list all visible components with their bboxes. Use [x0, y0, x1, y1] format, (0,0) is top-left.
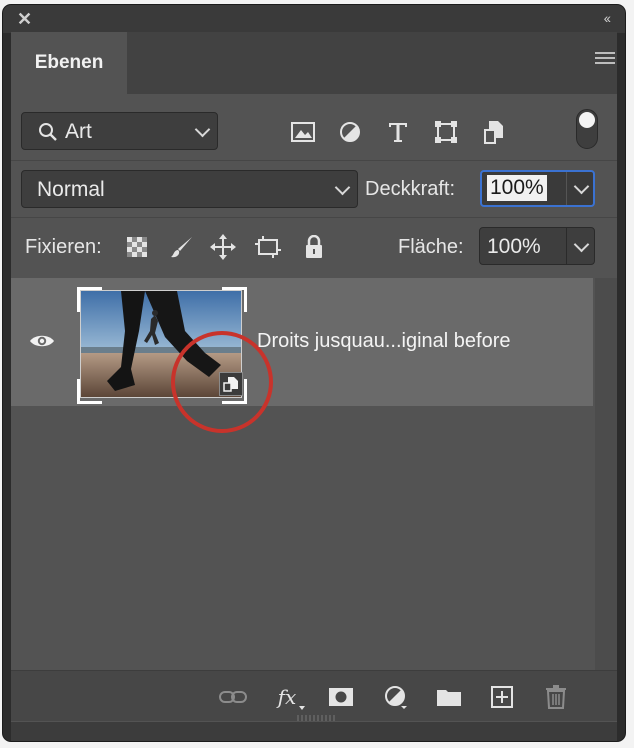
layer-name[interactable]: Droits jusquau...iginal before [257, 330, 510, 353]
layers-list: Droits jusquau...iginal before [11, 278, 617, 670]
lock-transparency-icon[interactable] [124, 234, 150, 260]
tab-ebenen[interactable]: Ebenen [11, 32, 127, 94]
opacity-value[interactable]: 100% [487, 175, 547, 201]
image-filter-icon[interactable] [289, 118, 317, 146]
new-group-icon[interactable] [435, 684, 463, 710]
collapse-panel-icon[interactable]: ‹‹ [604, 10, 611, 26]
fill-dropdown-icon[interactable] [573, 236, 590, 253]
shape-filter-icon[interactable] [432, 118, 460, 146]
link-layers-icon[interactable] [219, 684, 247, 710]
fx-label: fx [277, 685, 297, 709]
blend-mode-select[interactable]: Normal [21, 170, 358, 208]
delete-layer-icon[interactable] [542, 684, 570, 710]
opacity-label: Deckkraft: [365, 178, 456, 200]
adjustment-filter-icon[interactable] [336, 118, 364, 146]
divider [11, 160, 617, 161]
thumbnail-corner [77, 287, 102, 312]
filter-type-label: Art [65, 120, 92, 143]
filter-toggle-switch[interactable] [576, 109, 598, 149]
eye-icon[interactable] [29, 333, 55, 349]
fill-value[interactable]: 100% [487, 235, 541, 259]
thumbnail-corner [77, 379, 102, 404]
divider [11, 217, 617, 218]
panel-window: ✕ ‹‹ Ebenen Art Normal Deckkraft: 100% F… [3, 5, 625, 741]
chevron-down-icon [194, 121, 211, 138]
add-mask-icon[interactable] [327, 684, 355, 710]
type-filter-icon[interactable] [384, 118, 412, 146]
lock-artboard-icon[interactable] [255, 234, 281, 260]
smart-object-filter-icon[interactable] [480, 118, 508, 146]
close-icon[interactable]: ✕ [17, 9, 32, 30]
blend-mode-value: Normal [37, 178, 105, 201]
opacity-field[interactable]: 100% [480, 170, 595, 207]
panel-menu-icon[interactable] [595, 52, 615, 68]
fx-icon[interactable]: fx [273, 684, 305, 710]
search-icon [39, 123, 57, 141]
chevron-down-icon [334, 179, 351, 196]
fill-field[interactable]: 100% [479, 227, 595, 265]
panel-tabstrip: Ebenen [11, 32, 617, 94]
lock-all-icon[interactable] [301, 234, 327, 260]
filter-type-select[interactable]: Art [21, 112, 218, 150]
panel-titlebar: ✕ ‹‹ [3, 5, 625, 33]
layers-panel: Ebenen Art Normal Deckkraft: 100% Fixier… [11, 32, 617, 741]
layers-footer-toolbar: fx [11, 670, 617, 721]
lock-image-icon[interactable] [169, 234, 195, 260]
lock-label: Fixieren: [25, 236, 102, 258]
new-layer-icon[interactable] [488, 684, 516, 710]
thumbnail-corner [222, 287, 247, 312]
layer-row[interactable]: Droits jusquau...iginal before [11, 278, 593, 433]
adjustment-layer-icon[interactable] [382, 684, 410, 710]
lock-position-icon[interactable] [210, 234, 236, 260]
fill-label: Fläche: [398, 236, 464, 258]
layers-scrollbar[interactable] [595, 278, 617, 670]
panel-bottom-strip [11, 722, 617, 741]
opacity-dropdown-icon[interactable] [573, 178, 590, 195]
resize-grip-icon[interactable] [296, 715, 336, 721]
